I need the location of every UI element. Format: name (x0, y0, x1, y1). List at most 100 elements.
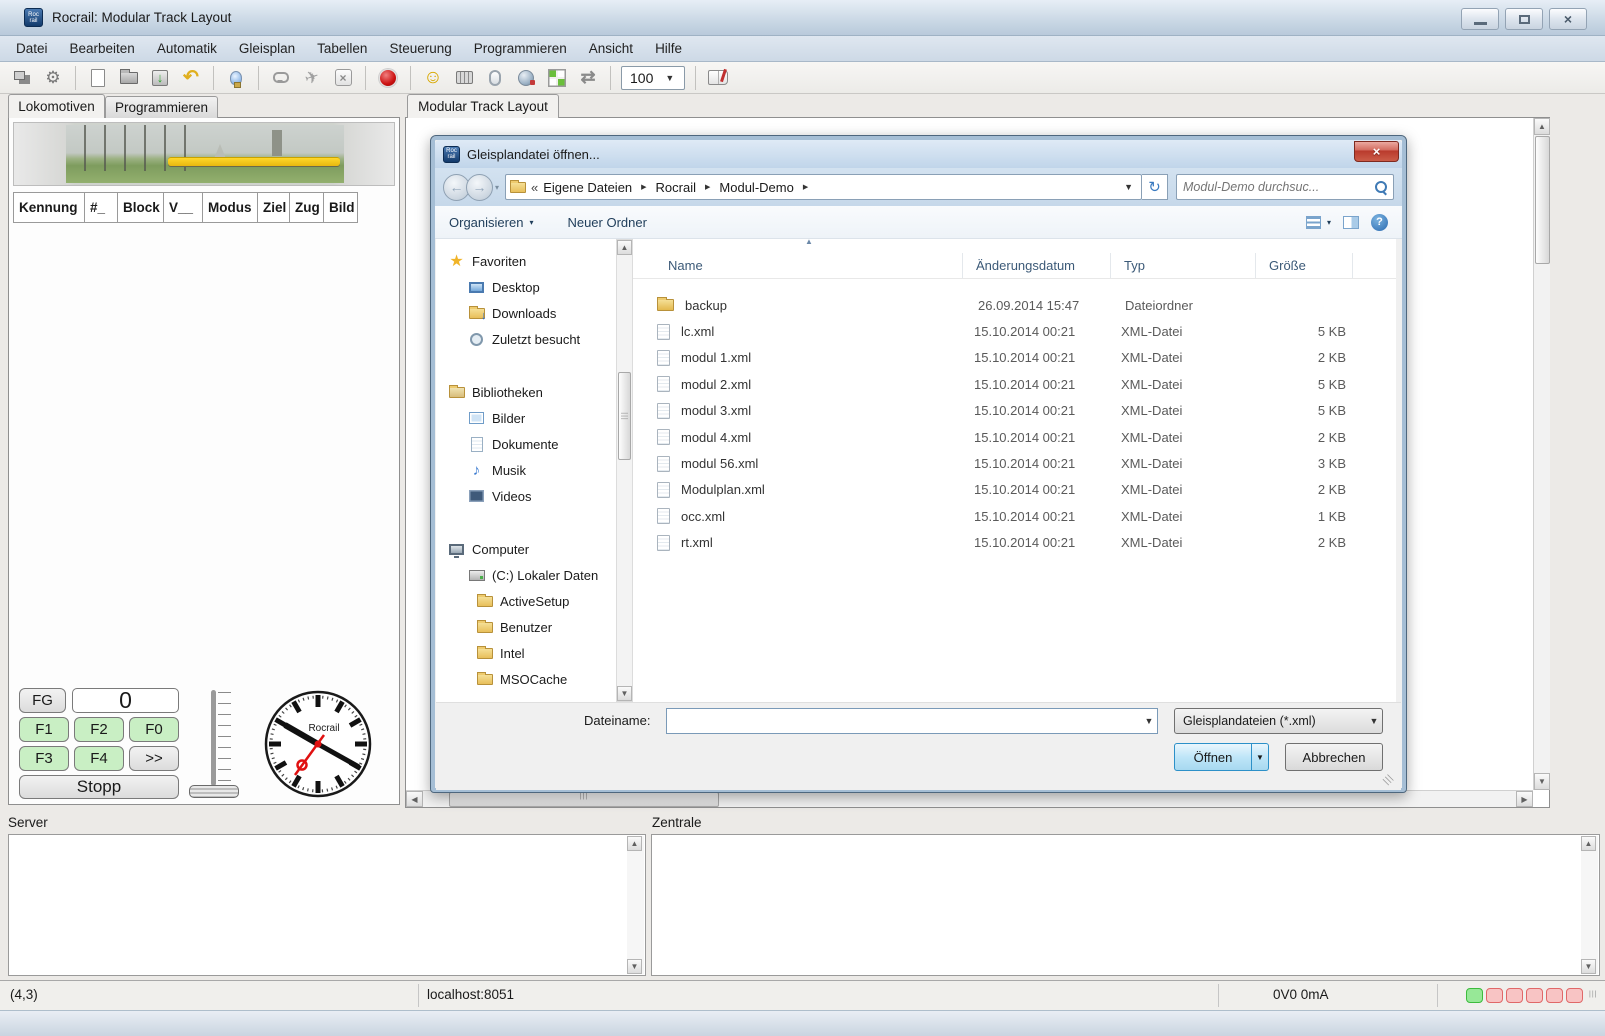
sidebar-scrollbar[interactable]: ▲ ||| ▼ (616, 239, 633, 702)
organize-menu-button[interactable]: Organisieren ▾ (449, 215, 533, 230)
breadcrumb-separator-icon[interactable]: ▶ (701, 183, 714, 191)
more-functions-button[interactable]: >> (129, 746, 179, 771)
menu-ansicht[interactable]: Ansicht (589, 41, 633, 56)
views-button[interactable]: ▾ (1306, 216, 1331, 229)
filetype-select[interactable]: Gleisplandateien (*.xml) ▼ (1174, 708, 1383, 734)
file-row-modul3-xml[interactable]: modul 3.xml15.10.2014 00:21XML-Datei5 KB (633, 398, 1396, 424)
col-number[interactable]: #_ (84, 192, 118, 223)
query-button[interactable] (269, 66, 293, 90)
search-input[interactable] (1183, 180, 1374, 194)
sidebar-item-musik[interactable]: ♪Musik (436, 457, 616, 483)
history-dropdown[interactable]: ▾ (495, 183, 499, 192)
breadcrumb-separator-icon[interactable]: ▶ (637, 183, 650, 191)
sidebar-item-benutzer[interactable]: Benutzer (436, 614, 616, 640)
preview-pane-button[interactable] (1343, 216, 1359, 229)
sidebar-item-dokumente[interactable]: Dokumente (436, 431, 616, 457)
refresh-button[interactable]: ↻ (1142, 174, 1168, 200)
routes-button[interactable]: ⇄ (576, 66, 600, 90)
search-box[interactable] (1176, 174, 1394, 200)
sidebar-item-activesetup[interactable]: ActiveSetup (436, 588, 616, 614)
sidebar-item-intel[interactable]: Intel (436, 640, 616, 666)
column-date[interactable]: Änderungsdatum (963, 253, 1111, 278)
menu-steuerung[interactable]: Steuerung (389, 41, 451, 56)
scroll-right-button[interactable]: ▶ (1516, 791, 1533, 807)
stop-button[interactable]: Stopp (19, 775, 179, 799)
file-row-backup[interactable]: backup26.09.2014 15:47Dateiordner (633, 292, 1396, 318)
sidebar-item-favoriten[interactable]: ★Favoriten (436, 248, 616, 274)
sidebar-item-bilder[interactable]: Bilder (436, 405, 616, 431)
menu-datei[interactable]: Datei (16, 41, 48, 56)
sidebar-item-desktop[interactable]: Desktop (436, 274, 616, 300)
tab-modular-track-layout[interactable]: Modular Track Layout (407, 94, 559, 118)
sidebar-item-msocache[interactable]: MSOCache (436, 666, 616, 692)
scroll-left-button[interactable]: ◀ (406, 791, 423, 807)
minimize-button[interactable] (1461, 8, 1499, 30)
tab-lokomotiven[interactable]: Lokomotiven (8, 94, 105, 118)
speed-slider-thumb[interactable] (189, 785, 239, 798)
power-button[interactable] (224, 66, 248, 90)
file-row-occ-xml[interactable]: occ.xml15.10.2014 00:21XML-Datei1 KB (633, 503, 1396, 529)
chevron-down-icon[interactable]: ▼ (1141, 716, 1157, 726)
filename-input[interactable] (667, 709, 1141, 733)
help-button[interactable]: ? (1371, 214, 1388, 231)
open-plan-button[interactable] (117, 66, 141, 90)
f4-button[interactable]: F4 (74, 746, 124, 771)
send-button[interactable]: ✈ (300, 66, 324, 90)
window-resize-grip[interactable]: ||| (1589, 991, 1597, 998)
file-row-modulplan-xml[interactable]: Modulplan.xml15.10.2014 00:21XML-Datei2 … (633, 477, 1396, 503)
dialog-close-button[interactable]: × (1354, 141, 1399, 162)
sidebar-item-computer[interactable]: Computer (436, 536, 616, 562)
vertical-scroll-thumb[interactable] (1535, 136, 1550, 264)
settings-button[interactable]: ⚙ (41, 66, 65, 90)
breadcrumb-separator-icon[interactable]: ▶ (799, 183, 812, 191)
server-log-box[interactable]: ▲ ▼ (8, 834, 646, 976)
address-bar[interactable]: « Eigene Dateien ▶ Rocrail ▶ Modul-Demo … (505, 174, 1142, 200)
scroll-down-button[interactable]: ▼ (1534, 773, 1550, 790)
menu-automatik[interactable]: Automatik (157, 41, 217, 56)
f0-button[interactable]: F0 (129, 717, 179, 742)
forward-button[interactable]: → (466, 174, 493, 201)
dialog-resize-grip[interactable]: ||| (1381, 772, 1395, 786)
file-row-modul2-xml[interactable]: modul 2.xml15.10.2014 00:21XML-Datei5 KB (633, 371, 1396, 397)
menu-hilfe[interactable]: Hilfe (655, 41, 682, 56)
fg-button[interactable]: FG (19, 688, 66, 713)
save-button[interactable]: ↓ (148, 66, 172, 90)
sidebar-item-lokaler-datentraeger[interactable]: (C:) Lokaler Daten (436, 562, 616, 588)
col-modus[interactable]: Modus (202, 192, 258, 223)
menu-tabellen[interactable]: Tabellen (317, 41, 367, 56)
workspace-button[interactable] (10, 66, 34, 90)
speed-slider[interactable] (207, 690, 253, 798)
sidebar-item-downloads[interactable]: ↓Downloads (436, 300, 616, 326)
sidebar-item-zuletzt-besucht[interactable]: Zuletzt besucht (436, 326, 616, 352)
sidebar-scroll-up[interactable]: ▲ (617, 240, 632, 255)
menu-programmieren[interactable]: Programmieren (474, 41, 567, 56)
open-split-dropdown[interactable]: ▼ (1251, 744, 1268, 770)
column-name[interactable]: Name (633, 253, 963, 278)
undo-button[interactable]: ↶ (179, 66, 203, 90)
globe-button[interactable] (514, 66, 538, 90)
vertical-scrollbar[interactable]: ▲ ▼ (1533, 118, 1550, 790)
col-kennung[interactable]: Kennung (13, 192, 85, 223)
open-button[interactable]: Öffnen ▼ (1174, 743, 1269, 771)
new-folder-button[interactable]: Neuer Ordner (567, 215, 646, 230)
sidebar-scroll-thumb[interactable]: ||| (618, 372, 631, 460)
emergency-stop-button[interactable] (376, 66, 400, 90)
server-log-scrollbar[interactable]: ▲ ▼ (627, 836, 644, 974)
col-zug[interactable]: Zug (289, 192, 324, 223)
breadcrumb-rocrail[interactable]: Rocrail (656, 180, 696, 195)
file-row-modul4-xml[interactable]: modul 4.xml15.10.2014 00:21XML-Datei2 KB (633, 424, 1396, 450)
breadcrumb-modul-demo[interactable]: Modul-Demo (719, 180, 793, 195)
menu-gleisplan[interactable]: Gleisplan (239, 41, 295, 56)
central-log-scrollbar[interactable]: ▲ ▼ (1581, 836, 1598, 974)
blocks-button[interactable] (545, 66, 569, 90)
col-bild[interactable]: Bild (323, 192, 358, 223)
horizontal-scroll-thumb[interactable]: ||| (449, 792, 719, 807)
filename-combobox[interactable]: ▼ (666, 708, 1158, 734)
cancel-button[interactable]: Abbrechen (1285, 743, 1383, 771)
zoom-select[interactable]: 100 ▼ (621, 66, 685, 90)
f1-button[interactable]: F1 (19, 717, 69, 742)
maximize-button[interactable] (1505, 8, 1543, 30)
f3-button[interactable]: F3 (19, 746, 69, 771)
file-row-lc-xml[interactable]: lc.xml15.10.2014 00:21XML-Datei5 KB (633, 318, 1396, 344)
col-ziel[interactable]: Ziel (257, 192, 290, 223)
